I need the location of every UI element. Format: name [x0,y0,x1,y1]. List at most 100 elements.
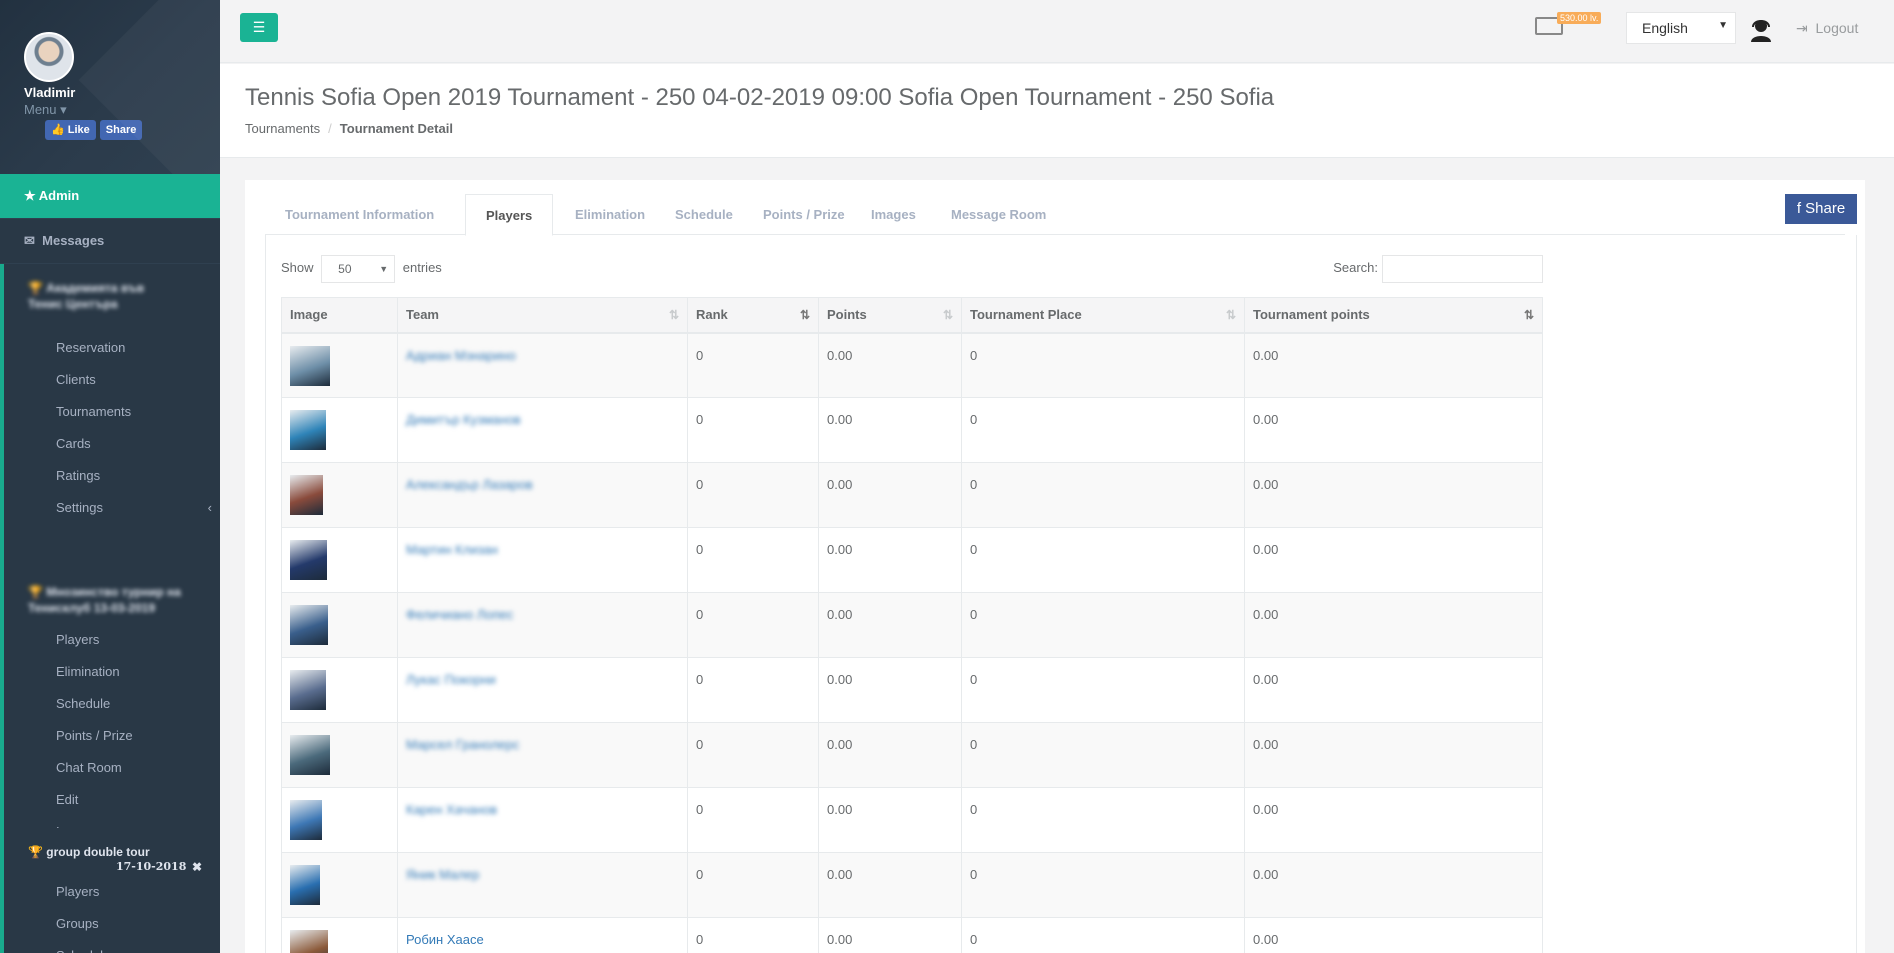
sidebar: Vladimir Menu ▾ 👍 Like Share ★ Admin ✉ M… [0,0,220,953]
search-label: Search: [1333,260,1378,275]
team-cell: Мартин Клизан [397,527,688,593]
player-photo[interactable] [290,345,330,386]
team-link[interactable]: Яник Малер [406,867,479,882]
player-image-cell [281,592,398,658]
sidebar-item-clients[interactable]: Clients [4,364,220,396]
bars-icon: ☰ [252,19,266,35]
team-link[interactable]: Димитър Кузманов [406,412,521,427]
tab-elimination[interactable]: Elimination [555,194,665,235]
group-double-title[interactable]: 🏆 group double tour 17-10-2018 ✖ [4,828,220,876]
tab-schedule[interactable]: Schedule [655,194,753,235]
logout-link[interactable]: ⇥ Logout [1796,20,1858,37]
column-header-team[interactable]: Team ⇅ [397,297,688,334]
nav-messages[interactable]: ✉ Messages [0,219,220,263]
search-control: Search: [1333,254,1543,283]
player-photo[interactable] [290,410,326,450]
group-double-title-text: group double tour [46,845,150,859]
column-header-points[interactable]: Points ⇅ [818,297,962,334]
sidebar-item-points-prize[interactable]: Points / Prize [4,720,220,752]
group-academy-title[interactable]: 🏆 Академията във Тенис Центъра [4,264,220,326]
sidebar-item-schedule[interactable]: Schedule [4,688,220,720]
profile-menu-toggle[interactable]: Menu ▾ [24,102,67,118]
player-photo[interactable] [290,605,328,645]
player-photo[interactable] [290,865,320,905]
sidebar-item-reservation[interactable]: Reservation [4,332,220,364]
team-link[interactable]: Карен Хачанов [406,802,497,817]
team-link[interactable]: Александър Лазаров [406,477,533,492]
team-link[interactable]: Лукас Покорни [406,672,496,687]
nav-group-tournament: 🏆 Мнозинство турнир на Тенисклуб 13-03-2… [0,574,220,839]
tab-tournament-information[interactable]: Tournament Information [265,194,454,235]
page-length-select[interactable]: 50 ▼ [321,254,396,283]
nav-admin[interactable]: ★ Admin [0,174,220,218]
team-link[interactable]: Адриан Мэнарино [406,348,516,363]
team-link[interactable]: Робин Хаасе [406,932,484,947]
rank-cell: 0 [687,332,819,398]
player-photo[interactable] [290,670,326,710]
group-tournament-title[interactable]: 🏆 Мнозинство турнир на Тенисклуб 13-03-2… [4,574,220,624]
search-input[interactable] [1382,254,1543,283]
menu-toggle-button[interactable]: ☰ [240,13,278,42]
column-header-tournament-place[interactable]: Tournament Place ⇅ [961,297,1245,334]
sidebar-item-settings[interactable]: Settings ‹ [4,492,220,524]
player-image-cell [281,397,398,463]
player-photo[interactable] [290,475,323,515]
player-photo[interactable] [290,540,327,580]
sidebar-item-cards[interactable]: Cards [4,428,220,460]
sidebar-item-groups[interactable]: Groups [4,908,220,940]
facebook-share-button[interactable]: f Share [1785,194,1857,224]
column-header-rank-label: Rank [696,307,728,323]
tournament-points-cell: 0.00 [1244,397,1543,463]
player-photo[interactable] [290,930,328,953]
sidebar-item-players[interactable]: Players [4,624,220,656]
tab-images[interactable]: Images [851,194,936,235]
player-image-cell [281,527,398,593]
datatable-controls: Show 50 ▼ entries Search: [281,254,1543,284]
sidebar-item-schedule[interactable]: Schedule [4,940,220,953]
language-select[interactable]: English ▼ [1626,12,1736,44]
team-link[interactable]: Мартин Клизан [406,542,498,557]
points-cell: 0.00 [818,852,962,918]
sidebar-item-tournaments[interactable]: Tournaments [4,396,220,428]
table-row: Адриан Мэнарино 0 0.00 0 0.00 [281,332,1543,398]
column-header-rank[interactable]: Rank ⇅ [687,297,819,334]
team-cell: Карен Хачанов [397,787,688,853]
table-row: Феличиано Лопес 0 0.00 0 0.00 [281,592,1543,658]
entries-label: entries [402,260,442,275]
players-table: Image Team ⇅ Rank ⇅ Points ⇅ Tournament Pla… [281,297,1543,953]
nav-group-double: 🏆 group double tour 17-10-2018 ✖ Players… [0,828,220,953]
tournament-place-cell: 0 [961,527,1245,593]
player-photo[interactable] [290,735,330,775]
rank-cell: 0 [687,722,819,788]
team-link[interactable]: Феличиано Лопес [406,607,513,622]
thumbs-up-icon: 👍 [51,124,65,136]
balance-widget[interactable]: 530.00 lv. [1535,12,1605,40]
table-row: Димитър Кузманов 0 0.00 0 0.00 [281,397,1543,463]
top-navbar: ☰ 530.00 lv. English ▼ ⇥ Logout [220,0,1894,63]
sort-icon: ⇅ [668,308,679,322]
column-header-tournament-points[interactable]: Tournament points ⇅ [1244,297,1543,334]
tournament-points-cell: 0.00 [1244,332,1543,398]
sidebar-item-edit[interactable]: Edit [4,784,220,816]
tournament-points-cell: 0.00 [1244,852,1543,918]
caret-down-icon: ▼ [1718,20,1728,31]
sidebar-item-players[interactable]: Players [4,876,220,908]
team-link[interactable]: Марсел Гранолерс [406,737,519,752]
sidebar-item-ratings[interactable]: Ratings [4,460,220,492]
close-icon[interactable]: ✖ [192,859,202,875]
page-heading: Tennis Sofia Open 2019 Tournament - 250 … [220,64,1894,158]
points-cell: 0.00 [818,592,962,658]
tab-players[interactable]: Players [465,194,554,236]
tournament-points-cell: 0.00 [1244,657,1543,723]
support-agent-icon[interactable] [1748,16,1774,42]
fb-share-button[interactable]: Share [99,120,143,140]
avatar[interactable] [24,32,74,82]
table-row: Мартин Клизан 0 0.00 0 0.00 [281,527,1543,593]
sidebar-item-elimination[interactable]: Elimination [4,656,220,688]
fb-like-button[interactable]: 👍 Like [45,120,96,140]
tab-message-room[interactable]: Message Room [931,194,1066,235]
breadcrumb-tournaments[interactable]: Tournaments [245,121,320,136]
tab-points-prize[interactable]: Points / Prize [743,194,865,235]
sidebar-item-chat-room[interactable]: Chat Room [4,752,220,784]
player-photo[interactable] [290,800,322,840]
